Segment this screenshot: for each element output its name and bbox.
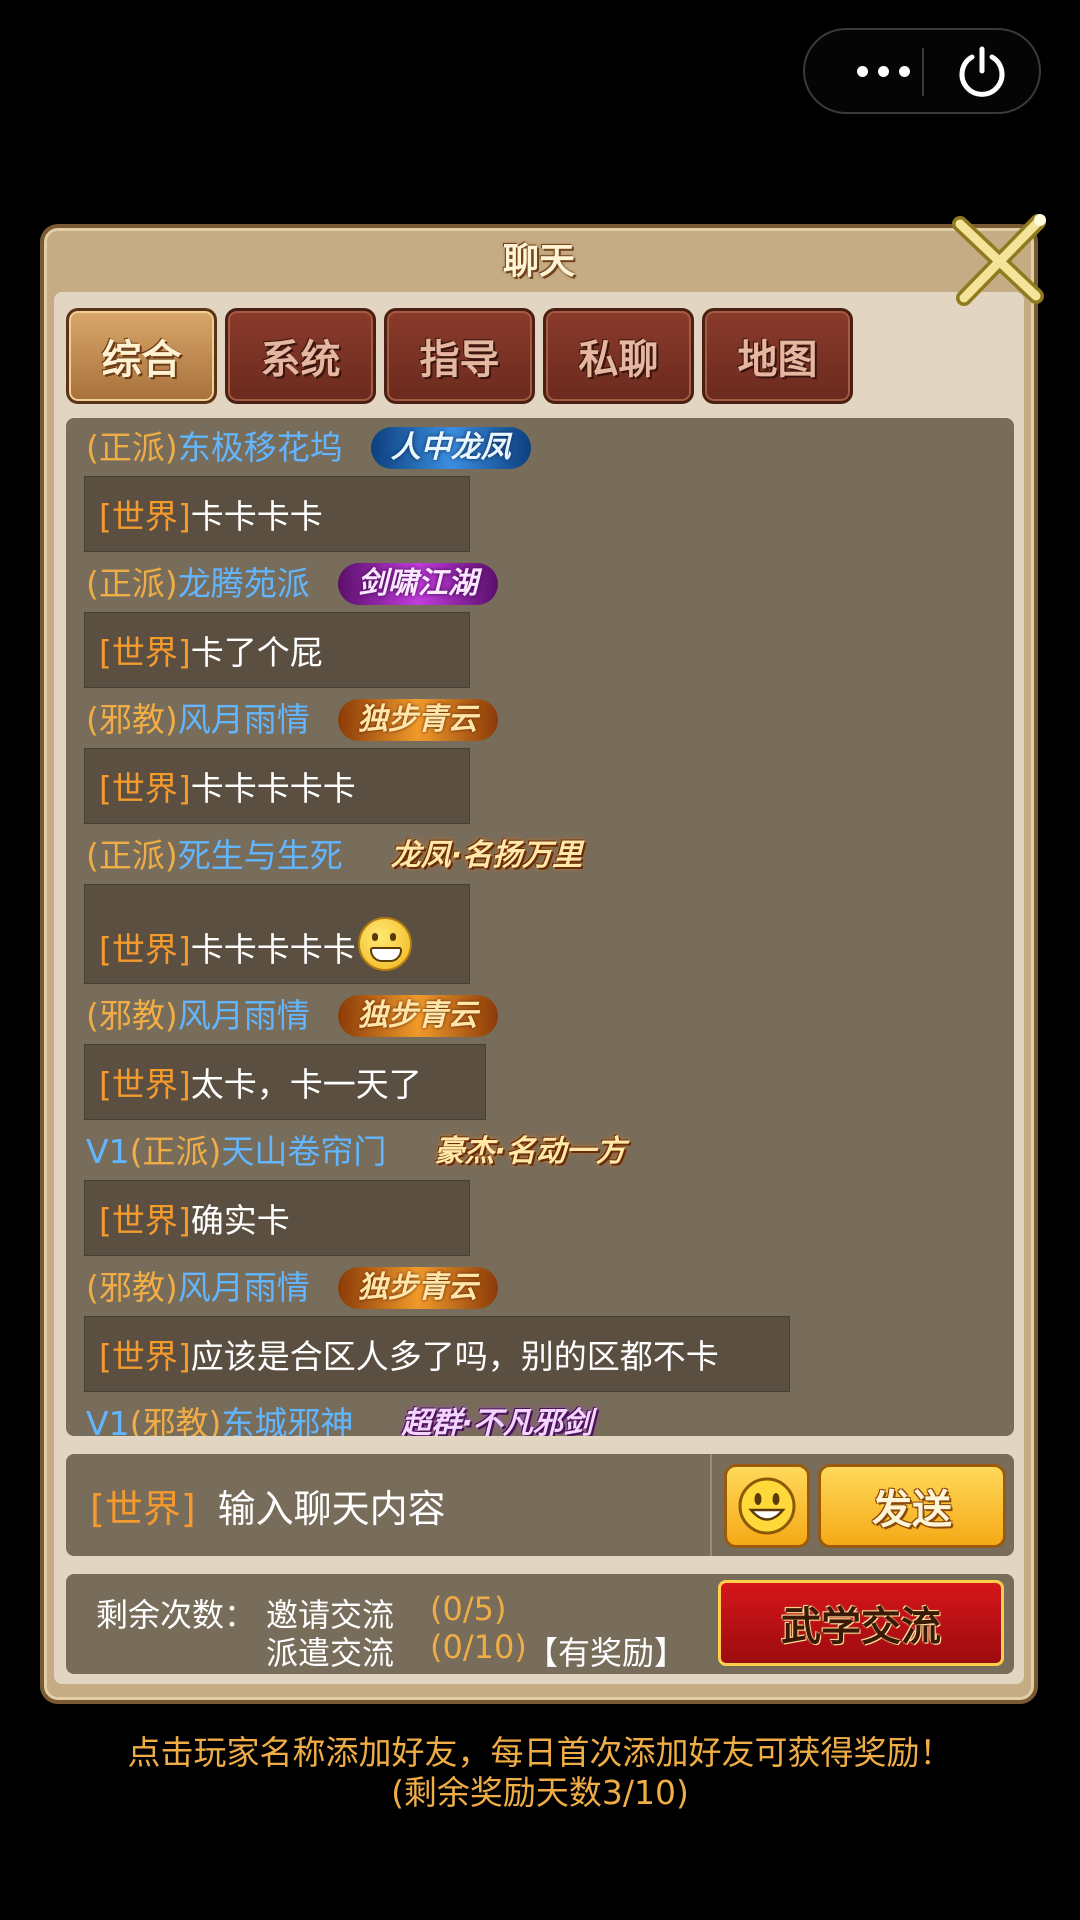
reward-days-remaining: (剩余奖励天数3/10) — [391, 1773, 689, 1812]
message-text: 卡了个屁 — [190, 633, 323, 672]
sender-name[interactable]: 风月雨情 — [178, 992, 310, 1040]
input-placeholder: 输入聊天内容 — [217, 1486, 446, 1531]
sender-name[interactable]: 天山卷帘门 — [221, 1128, 386, 1176]
close-button[interactable] — [950, 212, 1050, 308]
message-bubble: [世界] 卡卡卡卡卡 — [84, 884, 470, 984]
sender-sect: (正派) — [86, 836, 178, 875]
emoji-button[interactable] — [724, 1464, 810, 1548]
title-badge: 独步青云 — [337, 1267, 498, 1309]
smiley-icon — [738, 1477, 796, 1535]
message-bubble: [世界] 卡了个屁 — [84, 612, 470, 688]
remaining-count-label: 剩余次数： — [96, 1596, 257, 1634]
tab-map[interactable]: 地图 — [702, 308, 853, 404]
grin-emoji-icon — [357, 917, 412, 971]
martial-exchange-bar: 剩余次数： 邀请交流 (0/5) 派遣交流 (0/10) 【有奖励】 武学交流 — [66, 1574, 1014, 1674]
channel-tag: [世界] — [99, 1065, 191, 1104]
title-badge: 超群·不凡邪剑 — [401, 1406, 593, 1436]
message-bubble: [世界] 确实卡 — [84, 1180, 470, 1256]
sender-line: (邪教) 风月雨情 独步青云 — [86, 1264, 498, 1312]
title-badge: 人中龙凤 — [370, 427, 531, 469]
message-text: 太卡，卡一天了 — [190, 1065, 422, 1104]
message-bubble: [世界] 卡卡卡卡卡 — [84, 748, 470, 824]
sender-sect: (正派) — [86, 428, 178, 467]
sender-line: (邪教) 风月雨情 独步青云 — [86, 992, 498, 1040]
message-text: 卡卡卡卡 — [190, 497, 323, 536]
dispatch-exchange-line: 派遣交流 (0/10) 【有奖励】 — [266, 1628, 686, 1674]
sender-name[interactable]: 龙腾苑派 — [178, 560, 310, 608]
title-badge: 剑啸江湖 — [337, 563, 498, 605]
more-options-button[interactable] — [833, 30, 933, 112]
reward-note: 【有奖励】 — [526, 1634, 687, 1672]
title-badge: 豪杰·名动一方 — [434, 1134, 626, 1169]
close-icon — [952, 214, 1046, 306]
sender-vip: V1 — [86, 1404, 130, 1436]
chat-message-list[interactable]: (正派) 东极移花坞 人中龙凤 [世界] 卡卡卡卡 (正派) 龙腾苑派 剑啸江湖 [世… — [66, 418, 1014, 1436]
channel-tag: [世界] — [99, 1201, 191, 1240]
tab-private[interactable]: 私聊 — [543, 308, 694, 404]
sender-sect: (正派) — [86, 564, 178, 603]
channel-tag: [世界] — [99, 1337, 191, 1376]
message-bubble: [世界] 卡卡卡卡 — [84, 476, 470, 552]
sender-sect: (邪教) — [86, 996, 178, 1035]
tab-system[interactable]: 系统 — [225, 308, 376, 404]
sender-name[interactable]: 风月雨情 — [178, 1264, 310, 1312]
sender-name[interactable]: 东极移花坞 — [178, 424, 343, 472]
channel-tag: [世界] — [99, 769, 191, 808]
message-text: 确实卡 — [190, 1201, 290, 1240]
chat-input-bar: [世界] 输入聊天内容 发送 — [66, 1454, 1014, 1556]
chat-input[interactable]: [世界] 输入聊天内容 — [66, 1454, 710, 1556]
sender-sect: (邪教) — [86, 1268, 178, 1307]
message-bubble: [世界] 太卡，卡一天了 — [84, 1044, 486, 1120]
tab-general[interactable]: 综合 — [66, 308, 217, 404]
sender-sect: (邪教) — [129, 1404, 222, 1436]
send-button[interactable]: 发送 — [818, 1464, 1006, 1548]
dispatch-exchange-count: (0/10) — [430, 1628, 527, 1666]
sender-sect: (邪教) — [86, 700, 178, 739]
sender-name[interactable]: 风月雨情 — [178, 696, 310, 744]
sender-vip: V1 — [86, 1132, 130, 1171]
tab-guide[interactable]: 指导 — [384, 308, 535, 404]
sender-name[interactable]: 东城邪神 — [221, 1400, 353, 1436]
title-badge: 独步青云 — [337, 995, 498, 1037]
input-channel-tag[interactable]: [世界] — [90, 1478, 196, 1533]
sender-line: (正派) 东极移花坞 人中龙凤 — [86, 424, 531, 472]
sender-line: V1 (邪教) 东城邪神 超群·不凡邪剑 — [86, 1400, 613, 1436]
mini-program-capsule — [803, 28, 1041, 114]
input-divider — [710, 1454, 712, 1556]
title-badge: 独步青云 — [337, 699, 498, 741]
title-badge: 龙凤·名扬万里 — [390, 838, 583, 873]
sender-line: V1 (正派) 天山卷帘门 豪杰·名动一方 — [86, 1128, 646, 1176]
message-text: 卡卡卡卡卡 — [190, 769, 356, 808]
sender-line: (邪教) 风月雨情 独步青云 — [86, 696, 498, 744]
invite-exchange-count: (0/5) — [430, 1590, 507, 1628]
sender-line: (正派) 死生与生死 龙凤·名扬万里 — [86, 832, 602, 880]
channel-tag: [世界] — [99, 930, 191, 969]
panel-title: 聊天 — [502, 241, 575, 282]
more-dots-icon — [856, 65, 868, 77]
message-text: 应该是合区人多了吗，别的区都不卡 — [190, 1337, 719, 1376]
sender-name[interactable]: 死生与生死 — [178, 832, 343, 880]
capsule-divider — [922, 48, 924, 96]
message-bubble: [世界] 应该是合区人多了吗，别的区都不卡 — [84, 1316, 790, 1392]
chat-tabs: 综合 系统 指导 私聊 地图 — [66, 308, 853, 404]
power-exit-button[interactable] — [927, 30, 1037, 112]
martial-exchange-button[interactable]: 武学交流 — [718, 1580, 1004, 1666]
power-icon — [959, 46, 1005, 97]
dispatch-exchange-label: 派遣交流 — [266, 1634, 395, 1672]
message-text: 卡卡卡卡卡 — [190, 930, 356, 969]
sender-line: (正派) 龙腾苑派 剑啸江湖 — [86, 560, 498, 608]
channel-tag: [世界] — [99, 633, 191, 672]
sender-sect: (正派) — [129, 1132, 222, 1171]
channel-tag: [世界] — [99, 497, 191, 536]
